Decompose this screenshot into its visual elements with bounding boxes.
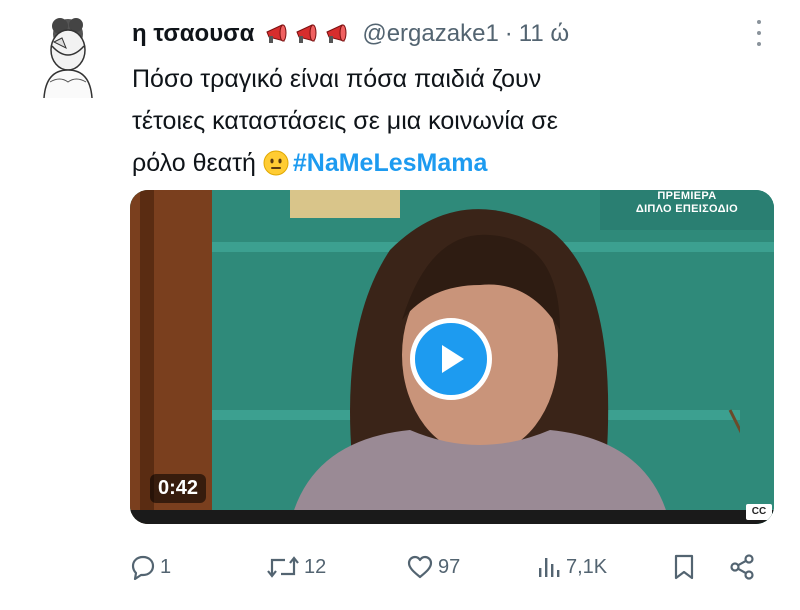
views-button[interactable]: 7,1K [536, 548, 607, 586]
tweet-text-line: τέτοιες καταστάσεις σε μια κοινωνία σε [132, 107, 558, 135]
reply-count: 1 [160, 555, 172, 578]
closed-captions-button[interactable]: CC [746, 504, 772, 520]
megaphone-icon [266, 24, 287, 43]
tweet-text: Πόσο τραγικό είναι πόσα παιδιά ζουν τέτο… [132, 58, 752, 184]
tweet-text-line: Πόσο τραγικό είναι πόσα παιδιά ζουν [132, 65, 542, 93]
broadcast-badge: ΠΡΕΜΙΕΡΑ ΔΙΠΛΟ ΕΠΕΙΣΟΔΙΟ [636, 190, 738, 216]
badge-line-2: ΔΙΠΛΟ ΕΠΕΙΣΟΔΙΟ [635, 203, 738, 215]
reply-icon [131, 555, 155, 580]
play-button[interactable] [410, 318, 492, 400]
like-count: 97 [438, 555, 461, 578]
hashtag-link[interactable]: #NaMeLesMama [293, 149, 488, 177]
share-icon [730, 554, 754, 580]
display-name[interactable]: η τσαουσα [132, 20, 254, 48]
views-chart-icon [539, 558, 560, 577]
avatar[interactable] [30, 12, 106, 100]
tweet-header: η τσαουσα @ergazake1 · 11 ώ [132, 14, 740, 54]
heart-icon [407, 555, 433, 579]
tweet-timestamp[interactable]: 11 ώ [519, 20, 569, 48]
megaphone-icon [296, 24, 317, 43]
bookmark-icon [674, 554, 694, 580]
share-button[interactable] [728, 548, 760, 586]
tweet-text-fragment: ρόλο θεατή [132, 149, 256, 177]
separator-dot: · [504, 20, 513, 47]
repost-count: 12 [304, 555, 327, 578]
user-handle[interactable]: @ergazake1 [362, 20, 498, 48]
repost-button[interactable]: 12 [266, 548, 326, 586]
reply-button[interactable]: 1 [130, 548, 171, 586]
view-count: 7,1K [566, 555, 608, 578]
neutral-face-emoji [263, 150, 289, 176]
name-emoji-group [264, 22, 352, 46]
megaphone-icon [326, 24, 347, 43]
badge-line-1: ΠΡΕΜΙΕΡΑ [657, 190, 717, 202]
video-duration: 0:42 [150, 474, 207, 503]
tweet-text-line-last: ρόλο θεατή #NaMeLesMama [132, 142, 752, 184]
repost-icon [267, 556, 299, 578]
bookmark-button[interactable] [672, 548, 700, 586]
play-icon [442, 345, 464, 373]
tweet: η τσαουσα @ergazake1 · 11 ώ Πόσο τραγικό… [0, 0, 800, 610]
like-button[interactable]: 97 [406, 548, 460, 586]
tweet-actions-bar: 1 12 97 7,1K [130, 548, 770, 586]
video-player[interactable]: ΠΡΕΜΙΕΡΑ ΔΙΠΛΟ ΕΠΕΙΣΟΔΙΟ 0:42 CC [130, 190, 774, 524]
more-options-icon[interactable] [754, 20, 764, 46]
